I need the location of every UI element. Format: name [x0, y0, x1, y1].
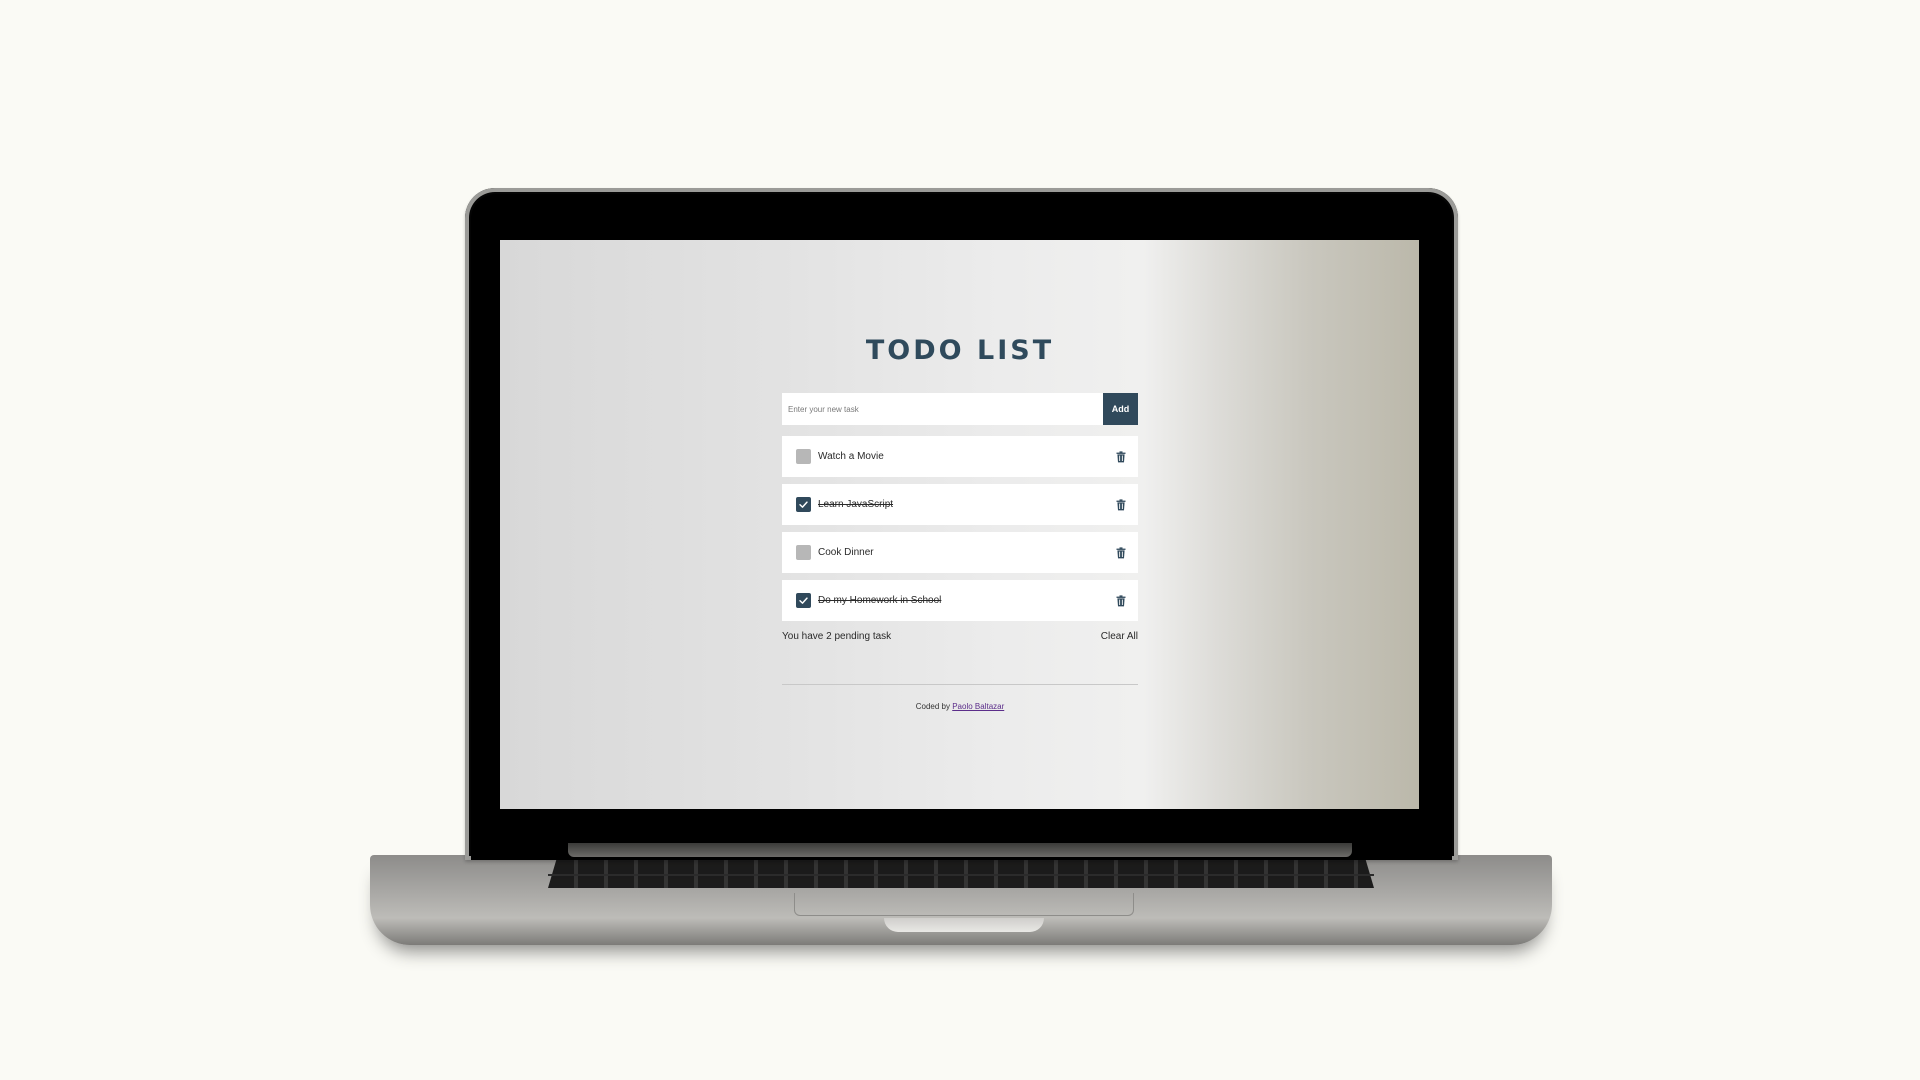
- laptop-trackpad: [794, 893, 1134, 916]
- trash-icon: [1116, 546, 1126, 558]
- task-item: Cook Dinner: [782, 532, 1138, 573]
- task-item: Learn JavaScript: [782, 484, 1138, 525]
- check-icon: [799, 597, 808, 604]
- todo-app: TODO LIST Add Watch a Movie: [782, 332, 1138, 711]
- task-label: Do my Homework in School: [818, 595, 942, 606]
- task-label: Watch a Movie: [818, 451, 884, 462]
- check-icon: [799, 501, 808, 508]
- laptop-notch: [884, 918, 1044, 932]
- laptop-hinge: [568, 843, 1352, 857]
- trash-icon: [1116, 594, 1126, 606]
- delete-button[interactable]: [1115, 450, 1127, 463]
- delete-button[interactable]: [1115, 498, 1127, 511]
- credit-prefix: Coded by: [915, 702, 950, 711]
- add-button[interactable]: Add: [1103, 393, 1138, 425]
- add-task-row: Add: [782, 393, 1138, 425]
- credit: Coded by Paolo Baltazar: [782, 702, 1138, 711]
- task-checkbox[interactable]: [796, 497, 811, 512]
- delete-button[interactable]: [1115, 594, 1127, 607]
- task-checkbox[interactable]: [796, 593, 811, 608]
- pending-count: You have 2 pending task: [782, 631, 892, 642]
- task-label: Cook Dinner: [818, 547, 874, 558]
- keyboard-divider: [548, 874, 1374, 876]
- trash-icon: [1116, 498, 1126, 510]
- page-title: TODO LIST: [865, 335, 1055, 366]
- divider: [782, 684, 1138, 685]
- delete-button[interactable]: [1115, 546, 1127, 559]
- task-list: Watch a Movie Learn JavaScript Cook Dinn…: [782, 436, 1138, 621]
- task-label: Learn JavaScript: [818, 499, 894, 510]
- trash-icon: [1116, 450, 1126, 462]
- task-input[interactable]: [782, 393, 1103, 425]
- task-footer: You have 2 pending task Clear All: [782, 631, 1138, 642]
- task-item: Do my Homework in School: [782, 580, 1138, 621]
- laptop-screen: TODO LIST Add Watch a Movie: [500, 240, 1419, 809]
- scene: TODO LIST Add Watch a Movie: [0, 0, 1920, 1080]
- author-link[interactable]: Paolo Baltazar: [952, 702, 1004, 711]
- task-checkbox[interactable]: [796, 545, 811, 560]
- clear-all-button[interactable]: Clear All: [1101, 631, 1138, 642]
- task-checkbox[interactable]: [796, 449, 811, 464]
- task-item: Watch a Movie: [782, 436, 1138, 477]
